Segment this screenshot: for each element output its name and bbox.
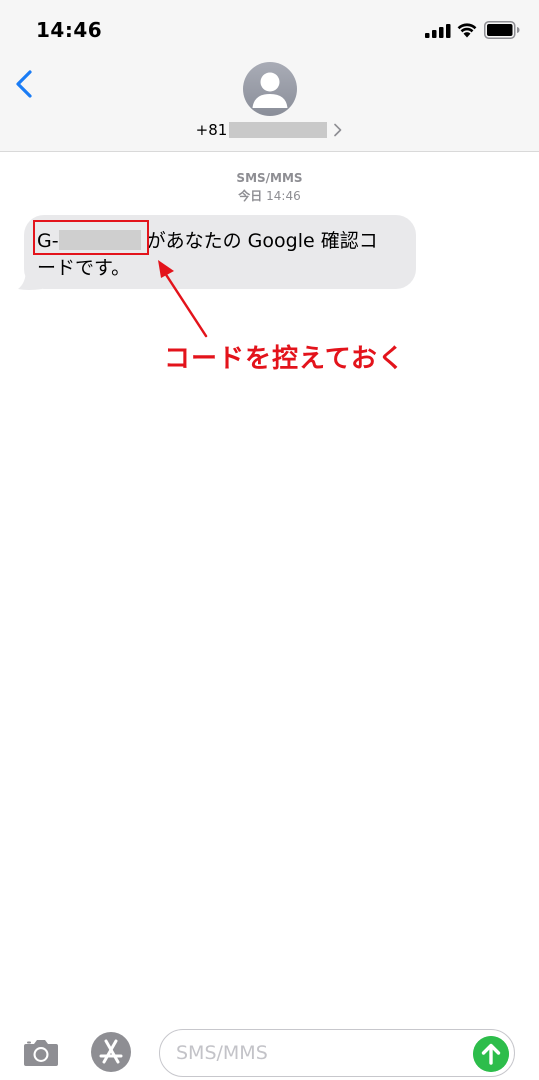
annotation-label: コードを控えておく bbox=[164, 344, 405, 374]
timestamp-time: 14:46 bbox=[266, 189, 301, 203]
redacted-phone-number bbox=[229, 121, 328, 138]
service-label: SMS/MMS bbox=[236, 171, 303, 185]
signal-icon bbox=[425, 24, 451, 38]
wifi-icon bbox=[457, 23, 477, 38]
contact-info-button[interactable]: +81 bbox=[0, 120, 539, 139]
status-time: 14:46 bbox=[36, 18, 103, 42]
message-text-line2: ードです。 bbox=[37, 257, 131, 279]
status-bar: 14:46 bbox=[0, 0, 539, 56]
message-text-line1: があなたの Google 確認コ bbox=[146, 230, 378, 252]
app-store-button[interactable] bbox=[90, 1031, 132, 1073]
avatar[interactable] bbox=[243, 62, 297, 116]
code-highlight-box bbox=[33, 220, 149, 255]
message-text-field[interactable] bbox=[176, 1040, 456, 1066]
message-timestamp: 今日 14:46 bbox=[0, 187, 539, 204]
person-icon bbox=[252, 72, 288, 108]
camera-button[interactable] bbox=[20, 1032, 62, 1074]
conversation-header: +81 bbox=[0, 56, 539, 152]
back-button[interactable] bbox=[10, 64, 42, 104]
annotation-arrow-icon bbox=[158, 260, 208, 338]
chevron-right-icon bbox=[334, 123, 342, 136]
timestamp-day: 今日 bbox=[238, 189, 263, 203]
message-input[interactable] bbox=[159, 1029, 515, 1077]
contact-number: +81 bbox=[195, 120, 228, 139]
battery-icon bbox=[484, 21, 520, 39]
send-button[interactable] bbox=[473, 1036, 509, 1072]
